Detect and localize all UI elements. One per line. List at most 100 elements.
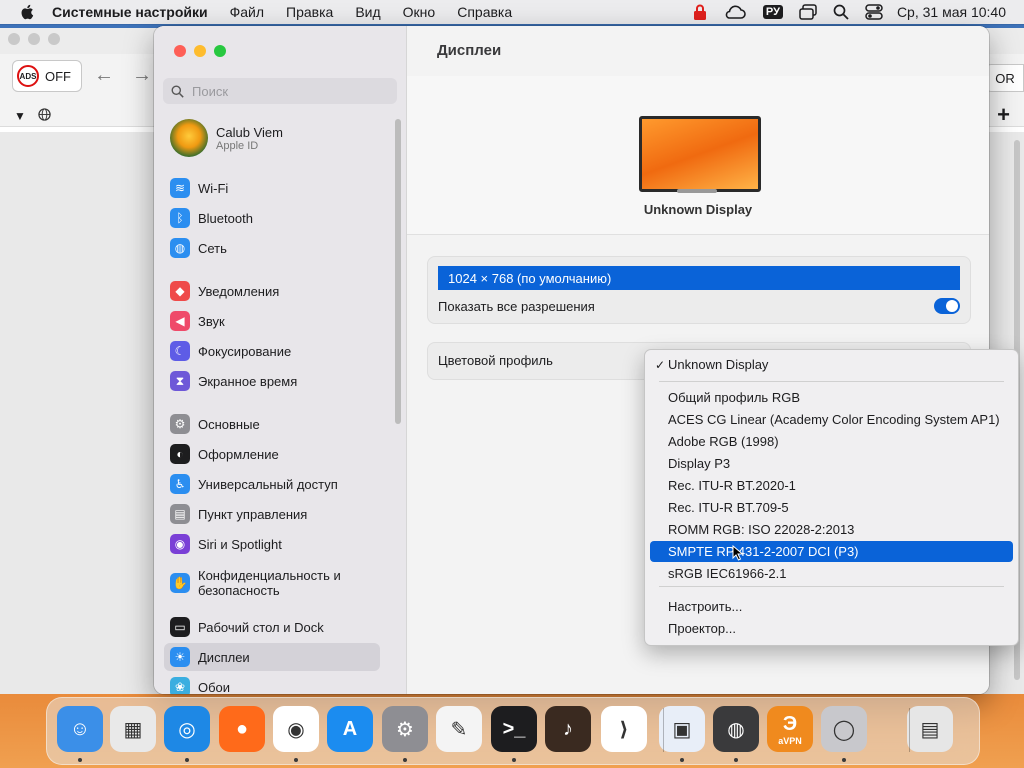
sidebar-item-label: Пункт управления [198, 506, 308, 522]
sidebar-item[interactable]: ✋ Конфиденциальность и безопасность [164, 565, 380, 601]
spotlight-search-icon[interactable] [833, 4, 849, 20]
sidebar-item[interactable]: ⧗ Экранное время [164, 367, 380, 395]
search-input[interactable] [190, 82, 394, 100]
system-settings-icon[interactable]: ⚙ [382, 706, 428, 752]
globe-icon [38, 108, 51, 124]
apple-logo-icon[interactable] [18, 3, 38, 21]
monitor-stand [677, 189, 717, 193]
show-all-resolutions-toggle[interactable] [934, 298, 960, 314]
minimize-window-button[interactable] [194, 45, 206, 57]
sidebar-item[interactable]: ᛒ Bluetooth [164, 204, 380, 232]
bg-minimize-dot[interactable] [28, 33, 40, 45]
bg-right-button[interactable]: OR [986, 64, 1024, 92]
display-preview-section: Unknown Display [407, 76, 989, 235]
back-arrow-icon[interactable]: ← [94, 64, 114, 87]
menu-option-checked[interactable]: ✓ Unknown Display [650, 354, 1013, 375]
profile-option[interactable]: Rec. ITU-R BT.2020-1 [650, 475, 1013, 496]
garageband-icon[interactable]: ♪ [545, 706, 591, 752]
sidebar-item[interactable]: ▤ Пункт управления [164, 500, 380, 528]
vpn-icon[interactable]: ЭaVPN [767, 706, 813, 752]
sidebar-item[interactable]: ◍ Сеть [164, 234, 380, 262]
monitor-icon[interactable] [639, 116, 761, 192]
zoom-window-button[interactable] [214, 45, 226, 57]
sidebar-item[interactable]: ☾ Фокусирование [164, 337, 380, 365]
sidebar-item[interactable]: ≋ Wi-Fi [164, 174, 380, 202]
apple-id-row[interactable]: Calub Viem Apple ID [170, 119, 283, 157]
profile-option[interactable]: Display P3 [650, 453, 1013, 474]
sidebar-item[interactable]: ⚙ Основные [164, 410, 380, 438]
menu-file[interactable]: Файл [230, 4, 264, 20]
terminal-icon[interactable]: >_ [491, 706, 537, 752]
dock-separator [663, 708, 664, 752]
ads-toggle-button[interactable]: ADS OFF [12, 60, 82, 92]
chrome-icon[interactable]: ◉ [273, 706, 319, 752]
sidebar-item-label: Звук [198, 313, 225, 329]
window-switcher-icon[interactable] [799, 4, 817, 20]
projector-option[interactable]: Проектор... [650, 618, 1013, 639]
menu-clock[interactable]: Ср, 31 мая 10:40 [897, 4, 1006, 20]
textedit-icon[interactable]: ✎ [436, 706, 482, 752]
sidebar-item-label: Bluetooth [198, 210, 253, 226]
sidebar-item[interactable]: ◐ Оформление [164, 440, 380, 468]
sidebar-item[interactable]: ☀ Дисплеи [164, 643, 380, 671]
sidebar-item-label: Уведомления [198, 283, 280, 299]
input-language-indicator[interactable]: РУ [762, 5, 783, 19]
add-plus-icon[interactable]: + [997, 102, 1010, 128]
menu-window[interactable]: Окно [403, 4, 436, 20]
profile-option[interactable]: Rec. ITU-R BT.709-5 [650, 497, 1013, 518]
resolution-option-selected[interactable]: 1024 × 768 (по умолчанию) [438, 266, 960, 290]
menu-app-name[interactable]: Системные настройки [52, 4, 208, 20]
hand-icon: ✋ [170, 573, 190, 593]
running-indicator [680, 758, 684, 762]
sidebar-item[interactable]: ◀ Звук [164, 307, 380, 335]
sidebar-item[interactable]: ❀ Обои [164, 673, 380, 694]
safari-icon[interactable]: ◎ [164, 706, 210, 752]
sidebar-scrollbar[interactable] [395, 119, 401, 424]
resolution-card: 1024 × 768 (по умолчанию) Показать все р… [427, 256, 971, 324]
network-icon[interactable]: ◍ [713, 706, 759, 752]
close-window-button[interactable] [174, 45, 186, 57]
vscode-icon[interactable]: ⟩ [601, 706, 647, 752]
color-profile-menu: ✓ Unknown Display Общий профиль RGB ACES … [644, 349, 1019, 646]
avatar [170, 119, 208, 157]
menu-help[interactable]: Справка [457, 4, 512, 20]
launchpad-icon[interactable]: ▦ [110, 706, 156, 752]
sidebar-item[interactable]: ◆ Уведомления [164, 277, 380, 305]
menu-edit[interactable]: Правка [286, 4, 333, 20]
bg-close-dot[interactable] [8, 33, 20, 45]
menu-view[interactable]: Вид [355, 4, 380, 20]
customize-option[interactable]: Настроить... [650, 596, 1013, 617]
finder-icon[interactable]: ☺ [57, 706, 103, 752]
running-indicator [734, 758, 738, 762]
profile-option[interactable]: Общий профиль RGB [650, 387, 1013, 408]
dock: ☺ ▦ ◎ ● ◉ A ⚙ ✎ >_ ♪ ⟩ ▣ ◍ ЭaVPN ◯ ▤ [46, 697, 980, 765]
screen-sharing-icon[interactable]: ▣ [659, 706, 705, 752]
app-store-icon[interactable]: A [327, 706, 373, 752]
control-center-icon[interactable] [865, 4, 883, 20]
running-indicator [78, 758, 82, 762]
sidebar-item-label: Siri и Spotlight [198, 536, 282, 552]
sidebar: Calub Viem Apple ID ≋ Wi-Fi ᛒ Bluetooth ◍ Сет… [154, 26, 407, 694]
bg-zoom-dot[interactable] [48, 33, 60, 45]
profile-option[interactable]: Adobe RGB (1998) [650, 431, 1013, 452]
forward-arrow-icon[interactable]: → [132, 64, 152, 87]
sidebar-item[interactable]: ▭ Рабочий стол и Dock [164, 613, 380, 641]
profile-option[interactable]: sRGB IEC61966-2.1 [650, 563, 1013, 584]
sidebar-item-label: Рабочий стол и Dock [198, 619, 324, 635]
sidebar-item[interactable]: ◉ Siri и Spotlight [164, 530, 380, 558]
profile-option[interactable]: SMPTE RP 431-2-2007 DCI (P3) [650, 541, 1013, 562]
profile-option[interactable]: ACES CG Linear (Academy Color Encoding S… [650, 409, 1013, 430]
trash-icon[interactable]: ▤ [907, 706, 953, 752]
firefox-icon[interactable]: ● [219, 706, 265, 752]
profile-option[interactable]: ROMM RGB: ISO 22028-2:2013 [650, 519, 1013, 540]
sidebar-item-label: Основные [198, 416, 260, 432]
cloud-icon[interactable] [723, 4, 747, 20]
bg-tree-row[interactable]: ▼ [14, 108, 51, 124]
lock-icon[interactable] [693, 4, 707, 20]
sidebar-item[interactable]: ♿ Универсальный доступ [164, 470, 380, 498]
sidebar-item-label: Универсальный доступ [198, 476, 338, 492]
disclosure-triangle-icon[interactable]: ▼ [14, 109, 26, 123]
sidebar-search[interactable] [163, 78, 397, 104]
installer-icon[interactable]: ◯ [821, 706, 867, 752]
menu-separator [659, 381, 1004, 382]
